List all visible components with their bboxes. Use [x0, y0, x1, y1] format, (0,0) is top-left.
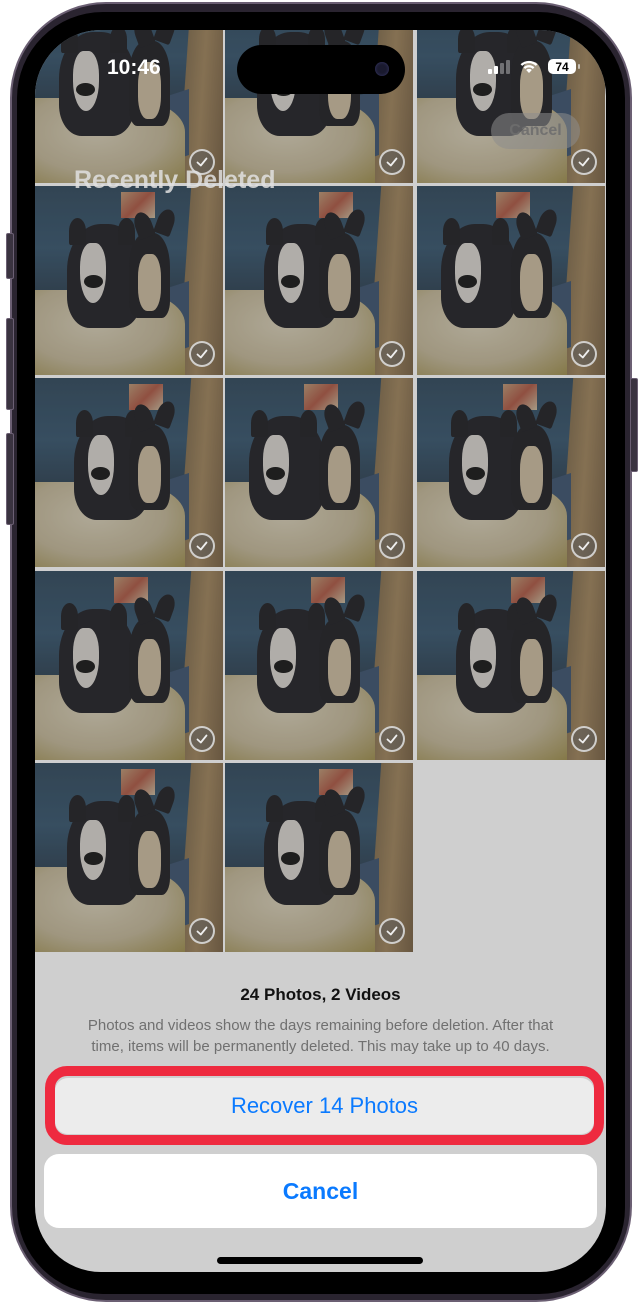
photo-thumbnail[interactable]	[417, 30, 605, 183]
photo-thumbnail[interactable]	[35, 186, 223, 375]
checkmark-circle-icon[interactable]	[571, 726, 597, 752]
photo-thumbnail[interactable]	[225, 763, 413, 952]
checkmark-circle-icon[interactable]	[379, 918, 405, 944]
photo-thumbnail[interactable]	[35, 763, 223, 952]
page-title: Recently Deleted	[74, 166, 276, 194]
screen: Recently Deleted Cancel 10:46 74 24 Phot…	[35, 30, 606, 1272]
photo-thumbnail[interactable]	[225, 378, 413, 567]
status-time: 10:46	[107, 56, 161, 79]
header-cancel-button[interactable]: Cancel	[491, 113, 580, 149]
wifi-icon	[520, 60, 538, 73]
camera-icon	[375, 62, 389, 76]
checkmark-circle-icon[interactable]	[189, 533, 215, 559]
signal-bar	[506, 59, 510, 74]
side-button	[630, 378, 638, 472]
action-button	[6, 233, 14, 279]
checkmark-circle-icon[interactable]	[571, 341, 597, 367]
volume-down-button	[6, 433, 14, 525]
status-icons: 74	[488, 59, 580, 74]
photo-thumbnail[interactable]	[417, 186, 605, 375]
photo-thumbnail[interactable]	[417, 571, 605, 760]
checkmark-circle-icon[interactable]	[571, 533, 597, 559]
checkmark-circle-icon[interactable]	[379, 533, 405, 559]
dynamic-island	[237, 45, 405, 94]
battery-icon: 74	[548, 59, 580, 74]
photo-thumbnail[interactable]	[417, 378, 605, 567]
checkmark-circle-icon[interactable]	[189, 918, 215, 944]
checkmark-circle-icon[interactable]	[571, 149, 597, 175]
photo-thumbnail[interactable]	[35, 30, 223, 183]
signal-bar	[500, 62, 504, 74]
sheet-description: Photos and videos show the days remainin…	[87, 1017, 554, 1055]
cellular-signal-icon	[488, 59, 510, 74]
volume-up-button	[6, 318, 14, 410]
recover-photos-button[interactable]: Recover 14 Photos	[55, 1078, 594, 1134]
home-indicator[interactable]	[217, 1257, 423, 1264]
checkmark-circle-icon[interactable]	[379, 341, 405, 367]
photo-thumbnail[interactable]	[225, 186, 413, 375]
checkmark-circle-icon[interactable]	[379, 726, 405, 752]
checkmark-circle-icon[interactable]	[189, 726, 215, 752]
cancel-button[interactable]: Cancel	[44, 1154, 597, 1228]
photo-thumbnail[interactable]	[35, 378, 223, 567]
checkmark-circle-icon[interactable]	[379, 149, 405, 175]
checkmark-circle-icon[interactable]	[189, 341, 215, 367]
photo-thumbnail[interactable]	[225, 571, 413, 760]
sheet-title: 24 Photos, 2 Videos	[240, 985, 401, 1004]
signal-bar	[488, 68, 492, 74]
signal-bar	[494, 65, 498, 74]
photo-thumbnail[interactable]	[35, 571, 223, 760]
